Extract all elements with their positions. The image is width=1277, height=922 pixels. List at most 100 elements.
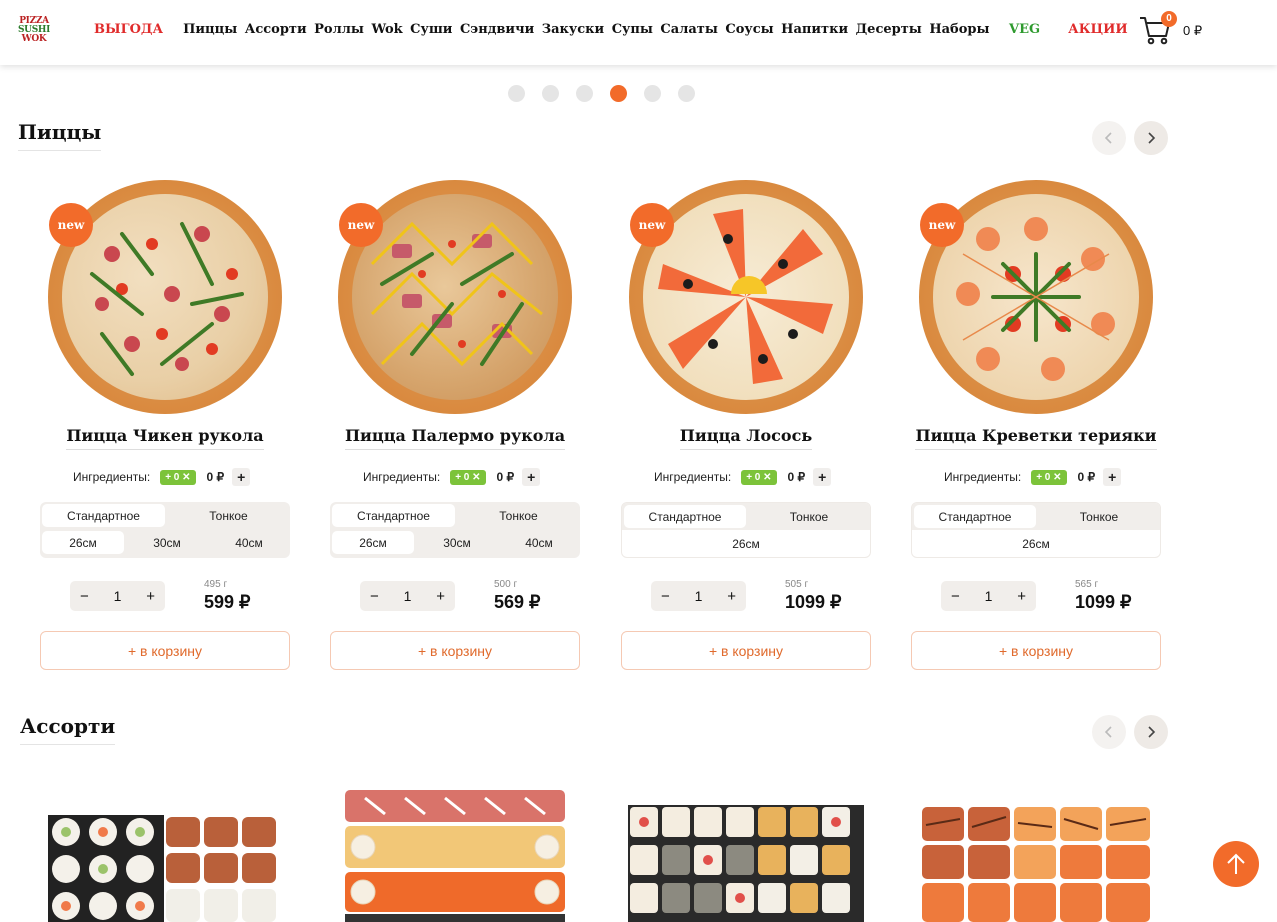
ingredients-label: Ингредиенты: xyxy=(363,470,441,484)
carousel-next-button[interactable] xyxy=(1134,715,1168,749)
slider-dot-active[interactable] xyxy=(610,85,627,102)
nav-pizzas[interactable]: Пиццы xyxy=(183,22,237,37)
carousel-next-button[interactable] xyxy=(1134,121,1168,155)
decrease-button[interactable]: − xyxy=(80,588,89,605)
size-option[interactable]: 40см xyxy=(498,529,580,556)
nav-sandwiches[interactable]: Сэндвичи xyxy=(460,22,534,37)
carousel-prev-button[interactable] xyxy=(1092,715,1126,749)
nav-sauces[interactable]: Соусы xyxy=(725,22,773,37)
nav-sets[interactable]: Наборы xyxy=(929,22,989,37)
new-badge: new xyxy=(630,203,674,247)
sushi-set-image[interactable] xyxy=(345,790,565,922)
nav-rolls[interactable]: Роллы xyxy=(314,22,364,37)
decrease-button[interactable]: − xyxy=(951,588,960,605)
nav-sale[interactable]: АКЦИИ xyxy=(1068,22,1128,37)
size-option[interactable]: 30см xyxy=(126,529,208,556)
product-name[interactable]: Пицца Чикен рукола xyxy=(40,426,290,450)
slider-dot[interactable] xyxy=(678,85,695,102)
product-card: new Пицца Креветки терияки Ингредиенты: … xyxy=(911,178,1161,678)
sushi-set-image[interactable] xyxy=(920,805,1152,922)
product-weight: 495 г xyxy=(204,579,228,590)
chevron-left-icon xyxy=(1104,132,1112,144)
nav-salads[interactable]: Салаты xyxy=(660,22,717,37)
quantity-value: 1 xyxy=(694,588,703,604)
slider-dot[interactable] xyxy=(508,85,525,102)
nav-snacks[interactable]: Закуски xyxy=(542,22,604,37)
product-weight: 505 г xyxy=(785,579,809,590)
slider-dot[interactable] xyxy=(576,85,593,102)
ingredients-chip[interactable]: + 0 ✕ xyxy=(1031,469,1067,485)
size-option[interactable]: 26см xyxy=(912,530,1160,557)
dough-standard[interactable]: Стандартное xyxy=(624,505,746,528)
dough-standard[interactable]: Стандартное xyxy=(42,504,165,527)
sushi-set-image[interactable] xyxy=(628,805,864,922)
section-title-assorti: Ассорти xyxy=(20,714,116,745)
logo[interactable]: PIZZA SUSHI WOK xyxy=(14,17,54,47)
size-option[interactable]: 26см xyxy=(332,531,414,554)
ingredients-chip[interactable]: + 0 ✕ xyxy=(160,469,196,485)
size-option[interactable]: 26см xyxy=(42,531,124,554)
main-nav: ВЫГОДА Пиццы Ассорти Роллы Wok Суши Сэнд… xyxy=(94,22,1135,37)
quantity-value: 1 xyxy=(984,588,993,604)
nav-soups[interactable]: Супы xyxy=(612,22,653,37)
sushi-set-image[interactable] xyxy=(48,815,276,922)
scroll-to-top-button[interactable] xyxy=(1213,841,1259,887)
add-ingredient-button[interactable]: + xyxy=(1103,468,1122,486)
product-price: 1099 ₽ xyxy=(785,592,842,612)
slider-dot[interactable] xyxy=(644,85,661,102)
add-to-cart-button[interactable]: + в корзину xyxy=(911,631,1161,670)
add-ingredient-button[interactable]: + xyxy=(232,468,251,486)
add-to-cart-button[interactable]: + в корзину xyxy=(330,631,580,670)
carousel-prev-button[interactable] xyxy=(1092,121,1126,155)
increase-button[interactable]: + xyxy=(146,588,155,605)
nav-veg[interactable]: VEG xyxy=(1009,22,1040,37)
new-badge: new xyxy=(339,203,383,247)
size-option[interactable]: 30см xyxy=(416,529,498,556)
nav-promo[interactable]: ВЫГОДА xyxy=(94,22,163,37)
slider-dot[interactable] xyxy=(542,85,559,102)
product-card: new Пицца Лосось Ингредиенты: + 0 ✕ 0 ₽ … xyxy=(621,178,871,678)
ingredients-row: Ингредиенты: + 0 ✕ 0 ₽ + xyxy=(73,468,251,486)
quantity-stepper: − 1 + xyxy=(651,581,746,611)
nav-drinks[interactable]: Напитки xyxy=(781,22,848,37)
add-to-cart-button[interactable]: + в корзину xyxy=(621,631,871,670)
quantity-stepper: − 1 + xyxy=(941,581,1036,611)
increase-button[interactable]: + xyxy=(727,588,736,605)
product-card: new Пицца Палермо рукола Ингредиенты: + … xyxy=(330,178,580,678)
add-ingredient-button[interactable]: + xyxy=(522,468,541,486)
product-options: Стандартное Тонкое 26см 30см 40см xyxy=(330,502,580,558)
ingredients-row: Ингредиенты: + 0 ✕ 0 ₽ + xyxy=(654,468,832,486)
size-option[interactable]: 40см xyxy=(208,529,290,556)
dough-thin[interactable]: Тонкое xyxy=(457,502,580,529)
nav-sushi[interactable]: Суши xyxy=(410,22,452,37)
dough-standard[interactable]: Стандартное xyxy=(332,504,455,527)
decrease-button[interactable]: − xyxy=(661,588,670,605)
decrease-button[interactable]: − xyxy=(370,588,379,605)
quantity-stepper: − 1 + xyxy=(70,581,165,611)
ingredients-chip[interactable]: + 0 ✕ xyxy=(741,469,777,485)
ingredients-price: 0 ₽ xyxy=(787,470,806,484)
dough-thin[interactable]: Тонкое xyxy=(748,503,870,530)
chevron-right-icon xyxy=(1148,132,1156,144)
ingredients-chip[interactable]: + 0 ✕ xyxy=(450,469,486,485)
product-name[interactable]: Пицца Креветки терияки xyxy=(911,426,1161,450)
cart-total[interactable]: 0 ₽ xyxy=(1183,23,1202,39)
product-name[interactable]: Пицца Лосось xyxy=(621,426,871,450)
add-to-cart-button[interactable]: + в корзину xyxy=(40,631,290,670)
increase-button[interactable]: + xyxy=(436,588,445,605)
size-option[interactable]: 26см xyxy=(622,530,870,557)
ingredients-row: Ингредиенты: + 0 ✕ 0 ₽ + xyxy=(944,468,1122,486)
quantity-value: 1 xyxy=(113,588,122,604)
product-card: new Пицца Чикен рукола Ингредиенты: + 0 … xyxy=(40,178,290,678)
dough-thin[interactable]: Тонкое xyxy=(167,502,290,529)
nav-wok[interactable]: Wok xyxy=(371,22,402,37)
dough-standard[interactable]: Стандартное xyxy=(914,505,1036,528)
increase-button[interactable]: + xyxy=(1017,588,1026,605)
nav-desserts[interactable]: Десерты xyxy=(856,22,922,37)
product-name[interactable]: Пицца Палермо рукола xyxy=(330,426,580,450)
dough-thin[interactable]: Тонкое xyxy=(1038,503,1160,530)
add-ingredient-button[interactable]: + xyxy=(813,468,832,486)
nav-assorti[interactable]: Ассорти xyxy=(245,22,307,37)
ingredients-label: Ингредиенты: xyxy=(73,470,151,484)
ingredients-price: 0 ₽ xyxy=(1077,470,1096,484)
